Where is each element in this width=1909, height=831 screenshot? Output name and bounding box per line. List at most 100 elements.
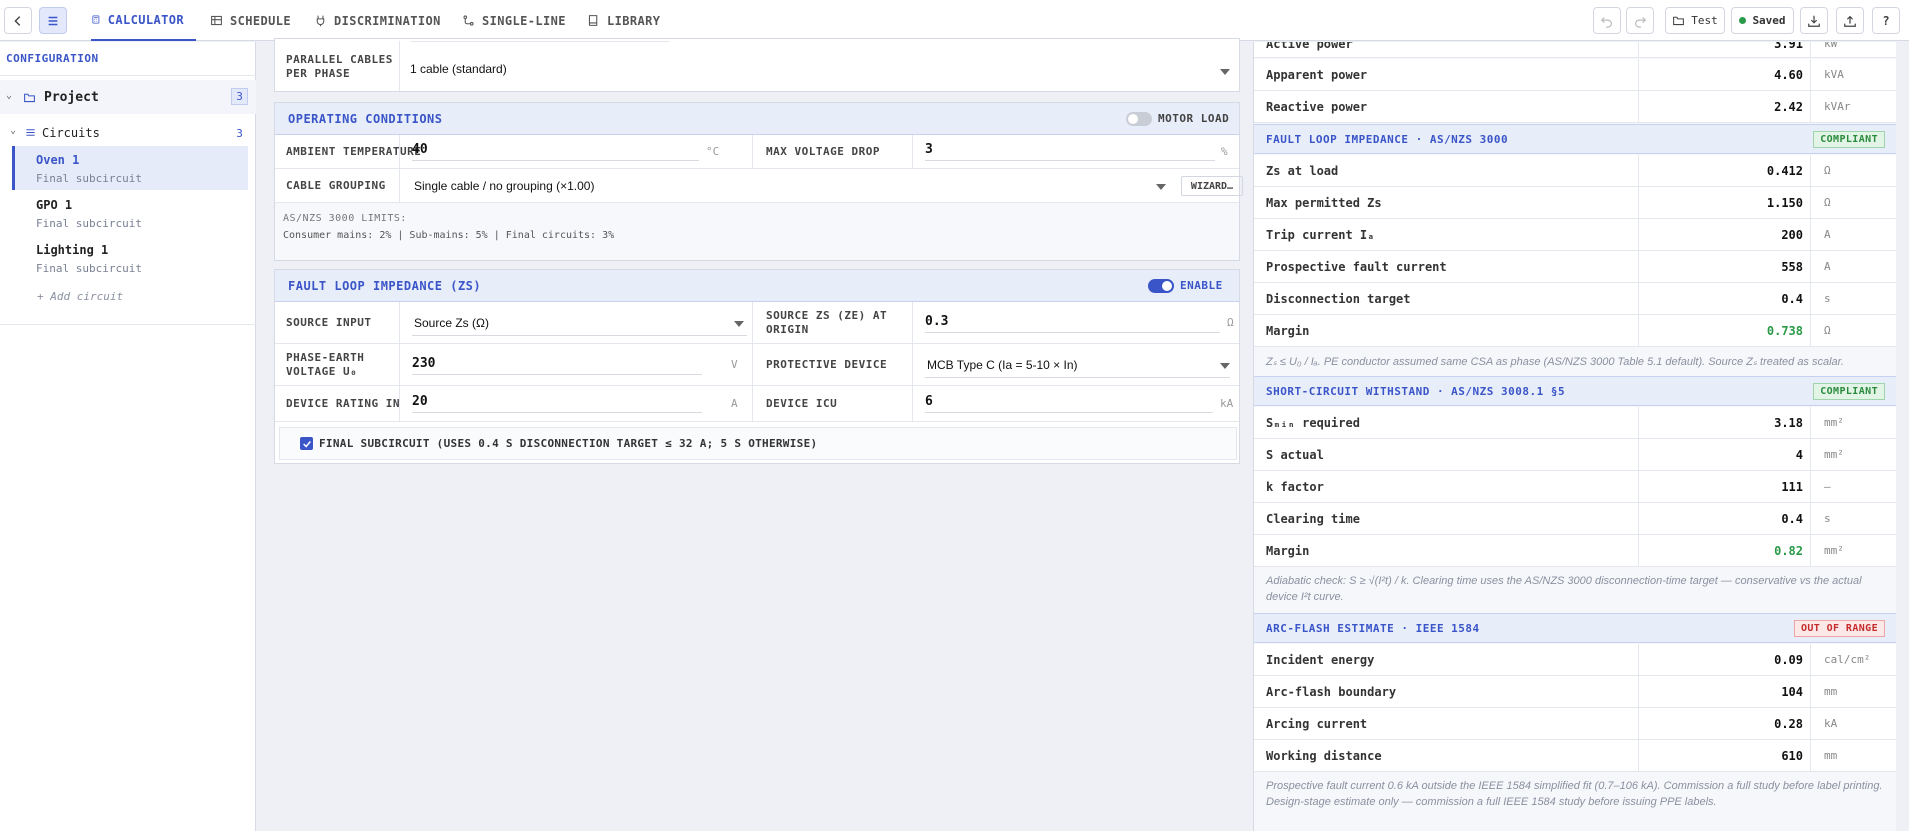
project-button[interactable]: Test — [1665, 7, 1725, 34]
result-label: Zs at load — [1266, 164, 1339, 178]
result-row: Sₘᵢₙ required 3.18 mm² — [1254, 407, 1896, 439]
result-value: 0.4 — [1781, 512, 1803, 526]
result-unit: Ω — [1824, 164, 1831, 177]
result-unit: s — [1824, 292, 1831, 305]
back-button[interactable] — [4, 7, 32, 34]
result-unit: kVAr — [1824, 100, 1851, 113]
tab-single-line[interactable]: SINGLE-LINE — [462, 0, 566, 41]
upload-button[interactable] — [1836, 7, 1864, 34]
undo-icon — [1600, 16, 1612, 28]
final-subcircuit-row: FINAL SUBCIRCUIT (USES 0.4 S DISCONNECTI… — [275, 422, 1239, 465]
ambient-input[interactable]: 40 — [412, 142, 699, 161]
pe-voltage-unit: V — [731, 358, 738, 371]
section-title: SHORT-CIRCUIT WITHSTAND · AS/NZS 3008.1 … — [1266, 385, 1566, 398]
device-rating-input[interactable]: 20 — [412, 394, 702, 413]
protective-device-label: PROTECTIVE DEVICE — [766, 358, 888, 371]
motor-load-toggle[interactable] — [1126, 112, 1152, 126]
undo-button[interactable] — [1593, 7, 1621, 34]
help-button[interactable]: ? — [1872, 7, 1900, 34]
tab-schedule[interactable]: SCHEDULE — [210, 0, 291, 41]
main-panel: PARALLEL CABLES PER PHASE 1 cable (stand… — [257, 38, 1247, 831]
enable-toggle[interactable] — [1148, 279, 1174, 293]
fault-loop-card: FAULT LOOP IMPEDANCE (ZS) ENABLE SOURCE … — [274, 269, 1240, 464]
result-unit: kA — [1824, 717, 1838, 730]
result-label: Reactive power — [1266, 100, 1368, 114]
project-count-badge: 3 — [231, 88, 248, 105]
tab-calculator[interactable]: CALCULATOR — [91, 0, 196, 41]
section-title: ARC-FLASH ESTIMATE · IEEE 1584 — [1266, 622, 1480, 635]
redo-button[interactable] — [1626, 7, 1654, 34]
device-rating-unit: A — [731, 397, 738, 410]
tab-label: SINGLE-LINE — [482, 13, 566, 28]
result-row: Prospective fault current 558 A — [1254, 251, 1896, 283]
final-subcircuit-checkbox[interactable] — [300, 437, 313, 450]
save-status: Saved — [1752, 14, 1786, 27]
result-value: 4.60 — [1774, 68, 1803, 82]
device-icu-input[interactable]: 6 — [925, 394, 1213, 413]
enable-label: ENABLE — [1180, 279, 1223, 292]
download-button[interactable] — [1800, 7, 1828, 34]
result-label: Margin — [1266, 324, 1310, 338]
result-label: Working distance — [1266, 749, 1382, 763]
parallel-cables-select[interactable]: 1 cable (standard) — [410, 62, 507, 76]
result-label: Arcing current — [1266, 717, 1368, 731]
result-value: 0.412 — [1766, 164, 1803, 178]
fault-loop-header: FAULT LOOP IMPEDANCE (ZS) ENABLE — [275, 270, 1239, 302]
status-badge: COMPLIANT — [1813, 383, 1885, 400]
result-unit: — — [1824, 480, 1831, 493]
source-input-label: SOURCE INPUT — [286, 316, 372, 329]
result-row: Arc-flash boundary 104 mm — [1254, 676, 1896, 708]
result-row: Reactive power 2.42 kVAr — [1254, 91, 1896, 123]
result-row: Trip current Iₐ 200 A — [1254, 219, 1896, 251]
result-row: Disconnection target 0.4 s — [1254, 283, 1896, 315]
source-input-select[interactable]: Source Zs (Ω) — [414, 316, 489, 330]
protective-device-select[interactable]: MCB Type C (Ia = 5-10 × In) — [927, 358, 1078, 372]
circuit-item-gpo-1[interactable]: GPO 1 Final subcircuit — [12, 191, 248, 235]
limits-text: Consumer mains: 2% | Sub-mains: 5% | Fin… — [283, 230, 615, 241]
circuit-item-oven-1[interactable]: Oven 1 Final subcircuit — [12, 146, 248, 190]
pe-voltage-input[interactable]: 230 — [412, 356, 702, 375]
result-row: Arcing current 0.28 kA — [1254, 708, 1896, 740]
tree-project[interactable]: ⌄ Project 3 — [0, 80, 256, 114]
result-unit: mm — [1824, 749, 1838, 762]
result-label: Prospective fault current — [1266, 260, 1447, 274]
result-unit: Ω — [1824, 324, 1831, 337]
device-icu-unit: kA — [1220, 397, 1234, 410]
result-value: 0.82 — [1774, 544, 1803, 558]
tree-circuits[interactable]: ⌄ Circuits 3 — [0, 118, 256, 148]
chevron-down-icon — [1220, 69, 1230, 75]
card-title: OPERATING CONDITIONS — [288, 111, 443, 126]
result-row: Incident energy 0.09 cal/cm² — [1254, 644, 1896, 676]
tab-discrimination[interactable]: DISCRIMINATION — [314, 0, 441, 41]
vdrop-input[interactable]: 3 — [925, 142, 1215, 161]
result-row: Zs at load 0.412 Ω — [1254, 155, 1896, 187]
result-row: S actual 4 mm² — [1254, 439, 1896, 471]
rating-row: DEVICE RATING IN 20 A DEVICE ICU 6 kA — [275, 386, 1239, 422]
limits-info: AS/NZS 3000 LIMITS: Consumer mains: 2% |… — [275, 203, 1239, 260]
grouping-select[interactable]: Single cable / no grouping (×1.00) — [414, 179, 594, 193]
result-row: Max permitted Zs 1.150 Ω — [1254, 187, 1896, 219]
save-status-button[interactable]: Saved — [1731, 7, 1794, 34]
chevron-left-icon — [14, 15, 21, 26]
add-circuit-link[interactable]: + Add circuit — [37, 290, 123, 303]
ambient-label: AMBIENT TEMPERATURE — [286, 145, 422, 158]
menu-button[interactable] — [39, 7, 67, 34]
circuit-type: Final subcircuit — [36, 172, 142, 185]
calculator-icon — [92, 15, 100, 24]
result-label: Margin — [1266, 544, 1310, 558]
circuit-item-lighting-1[interactable]: Lighting 1 Final subcircuit — [12, 236, 248, 280]
upload-icon — [1844, 15, 1856, 27]
result-unit: A — [1824, 228, 1831, 241]
cable-card: PARALLEL CABLES PER PHASE 1 cable (stand… — [274, 38, 1240, 92]
result-label: Incident energy — [1266, 653, 1375, 667]
result-value: 104 — [1781, 685, 1803, 699]
grouping-label: CABLE GROUPING — [286, 179, 386, 192]
book-icon — [588, 15, 598, 26]
wizard-button[interactable]: WIZARD… — [1181, 176, 1243, 196]
result-unit: kW — [1824, 42, 1838, 50]
source-zs-input[interactable]: 0.3 — [925, 314, 1220, 333]
result-value: 610 — [1781, 749, 1803, 763]
tab-library[interactable]: LIBRARY — [587, 0, 660, 41]
circuit-name: Oven 1 — [36, 153, 80, 167]
operating-conditions-card: OPERATING CONDITIONS MOTOR LOAD AMBIENT … — [274, 102, 1243, 261]
